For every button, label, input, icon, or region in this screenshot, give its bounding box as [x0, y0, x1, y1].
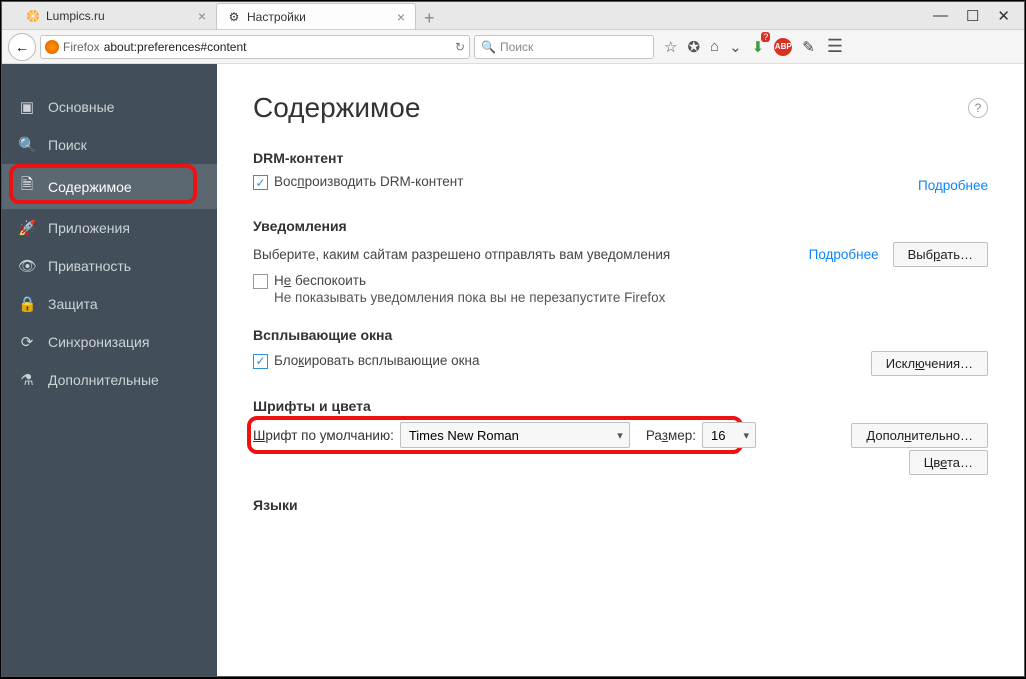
sidebar-item-sync[interactable]: ⟳ Синхронизация [2, 323, 217, 361]
evernote-icon[interactable]: ✎ [802, 38, 815, 56]
notifications-desc: Выберите, каким сайтам разрешено отправл… [253, 247, 670, 262]
sync-icon: ⟳ [18, 333, 36, 351]
section-heading: Всплывающие окна [253, 327, 988, 343]
dnd-checkbox[interactable]: ✓ [253, 274, 268, 289]
general-icon: ▣ [18, 98, 36, 116]
new-tab-button[interactable]: + [416, 8, 443, 29]
sidebar-item-search[interactable]: 🔍 Поиск [2, 126, 217, 164]
content-icon: 🗎 [18, 174, 36, 199]
gear-icon: ⚙ [227, 10, 241, 24]
sidebar-item-content[interactable]: 🗎 Содержимое [2, 164, 217, 209]
maximize-button[interactable]: ☐ [966, 7, 979, 25]
window-controls: — ☐ ✕ [919, 7, 1024, 25]
dnd-label: Не беспокоить [274, 273, 366, 288]
dnd-note: Не показывать уведомления пока вы не пер… [274, 290, 665, 305]
section-drm: DRM-контент ✓ Воспроизводить DRM-контент… [253, 150, 988, 196]
block-popups-label: Блокировать всплывающие окна [274, 353, 480, 368]
search-placeholder: Поиск [500, 40, 533, 54]
navigation-toolbar: ← Firefox about:preferences#content ↻ 🔍 … [2, 30, 1024, 64]
search-bar[interactable]: 🔍 Поиск [474, 35, 654, 59]
self-icon[interactable]: ✪ [687, 38, 700, 56]
section-heading: Уведомления [253, 218, 988, 234]
font-value: Times New Roman [409, 428, 519, 443]
sidebar-item-label: Приватность [48, 258, 131, 274]
default-font-label: Шрифт по умолчанию: [253, 428, 394, 443]
help-icon[interactable]: ? [968, 98, 988, 118]
downloads-icon[interactable]: ⬇? [752, 38, 765, 56]
section-popups: Всплывающие окна ✓ Блокировать всплывающ… [253, 327, 988, 376]
sidebar-item-general[interactable]: ▣ Основные [2, 88, 217, 126]
sidebar-item-label: Защита [48, 296, 98, 312]
font-size-select[interactable]: 16 [702, 422, 756, 448]
sidebar-item-advanced[interactable]: ⚗ Дополнительные [2, 361, 217, 399]
sidebar-item-label: Содержимое [48, 179, 132, 195]
section-heading: Языки [253, 497, 988, 513]
url-text: about:preferences#content [104, 40, 451, 54]
tab-strip: Lumpics.ru × ⚙ Настройки × + [2, 2, 919, 29]
block-popups-checkbox[interactable]: ✓ [253, 354, 268, 369]
advanced-icon: ⚗ [18, 371, 36, 389]
toolbar-icons: ☆ ✪ ⌂ ⌄ ⬇? ABP ✎ [664, 38, 815, 56]
minimize-button[interactable]: — [933, 7, 948, 25]
fonts-advanced-button[interactable]: Дополнительно… [851, 423, 988, 448]
section-notifications: Уведомления Выберите, каким сайтам разре… [253, 218, 988, 305]
search-icon: 🔍 [481, 40, 496, 54]
drm-checkbox-label: Воспроизводить DRM-контент [274, 174, 463, 189]
tab-label: Lumpics.ru [46, 9, 105, 23]
section-heading: Шрифты и цвета [253, 398, 988, 414]
close-icon[interactable]: × [198, 8, 206, 24]
section-languages: Языки [253, 497, 988, 513]
hamburger-menu-icon[interactable]: ☰ [827, 36, 843, 57]
sidebar-item-label: Дополнительные [48, 372, 159, 388]
page-title-text: Содержимое [253, 92, 420, 124]
lumpics-favicon [26, 9, 40, 23]
close-button[interactable]: ✕ [997, 7, 1010, 25]
privacy-icon: 👁 [18, 257, 36, 275]
sidebar-item-label: Приложения [48, 220, 130, 236]
refresh-icon[interactable]: ↻ [455, 40, 465, 54]
preferences-content: Содержимое ? DRM-контент ✓ Воспроизводит… [217, 64, 1024, 676]
drm-learn-more-link[interactable]: Подробнее [918, 178, 988, 193]
drm-checkbox[interactable]: ✓ [253, 175, 268, 190]
home-icon[interactable]: ⌂ [710, 38, 719, 55]
bookmark-star-icon[interactable]: ☆ [664, 38, 677, 56]
titlebar: Lumpics.ru × ⚙ Настройки × + — ☐ ✕ [2, 2, 1024, 30]
preferences-sidebar: ▣ Основные 🔍 Поиск 🗎 Содержимое 🚀 Приложения… [2, 64, 217, 676]
tab-label: Настройки [247, 10, 306, 24]
popups-exceptions-button[interactable]: Исключения… [871, 351, 988, 376]
size-value: 16 [711, 428, 725, 443]
firefox-icon [45, 40, 59, 54]
lock-icon: 🔒 [18, 295, 36, 313]
downloads-badge: ? [761, 32, 770, 42]
colors-button[interactable]: Цвета… [909, 450, 988, 475]
section-fonts: Шрифты и цвета Шрифт по умолчанию: Times… [253, 398, 988, 475]
back-button[interactable]: ← [8, 33, 36, 61]
page-title: Содержимое ? [253, 92, 988, 124]
brand-label: Firefox [63, 40, 100, 54]
sidebar-item-label: Поиск [48, 137, 87, 153]
sidebar-item-label: Основные [48, 99, 114, 115]
font-size-label: Размер: [646, 428, 696, 443]
sidebar-item-security[interactable]: 🔒 Защита [2, 285, 217, 323]
tab-lumpics[interactable]: Lumpics.ru × [16, 3, 216, 29]
notifications-choose-button[interactable]: Выбрать… [893, 242, 988, 267]
sidebar-item-label: Синхронизация [48, 334, 149, 350]
sidebar-item-apps[interactable]: 🚀 Приложения [2, 209, 217, 247]
apps-icon: 🚀 [18, 219, 36, 237]
section-heading: DRM-контент [253, 150, 988, 166]
close-icon[interactable]: × [397, 9, 405, 25]
pocket-icon[interactable]: ⌄ [729, 38, 742, 56]
url-bar[interactable]: Firefox about:preferences#content ↻ [40, 35, 470, 59]
sidebar-item-privacy[interactable]: 👁 Приватность [2, 247, 217, 285]
notifications-learn-more-link[interactable]: Подробнее [809, 247, 879, 262]
search-icon: 🔍 [18, 136, 36, 154]
tab-settings[interactable]: ⚙ Настройки × [216, 3, 416, 29]
default-font-select[interactable]: Times New Roman [400, 422, 630, 448]
adblock-icon[interactable]: ABP [774, 38, 792, 56]
